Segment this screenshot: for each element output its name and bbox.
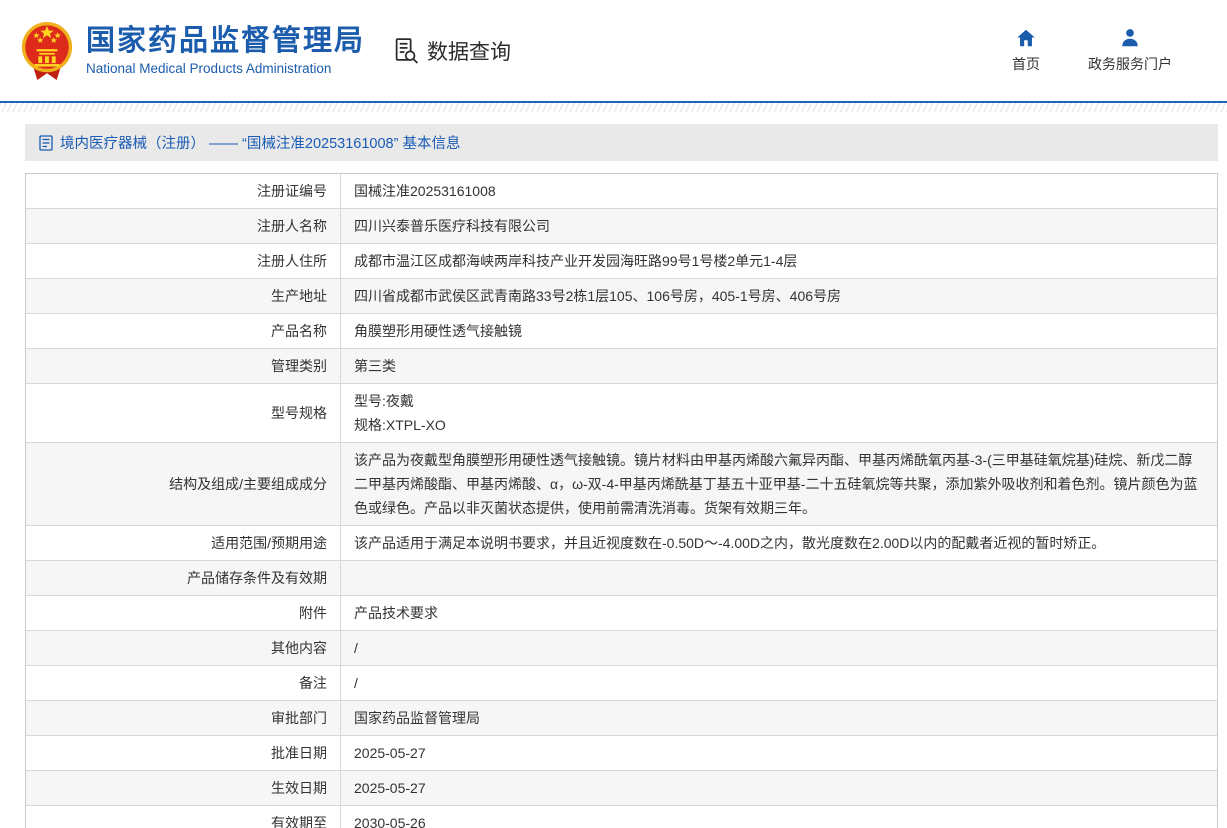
site-title-zh: 国家药品监督管理局 <box>86 25 365 58</box>
row-label: 审批部门 <box>26 701 341 735</box>
row-value: 国家药品监督管理局 <box>341 701 1217 735</box>
row-label: 产品名称 <box>26 314 341 348</box>
row-value: 第三类 <box>341 349 1217 383</box>
row-value: 2025-05-27 <box>341 736 1217 770</box>
row-label: 适用范围/预期用途 <box>26 526 341 560</box>
row-value: 2030-05-26 <box>341 806 1217 828</box>
hatch-decor-band <box>0 103 1227 112</box>
row-value <box>341 561 1217 595</box>
top-nav: 首页 政务服务门户 <box>1012 27 1227 74</box>
row-label: 批准日期 <box>26 736 341 770</box>
row-label: 备注 <box>26 666 341 700</box>
row-label: 生效日期 <box>26 771 341 805</box>
table-row-composition: 结构及组成/主要组成成分 该产品为夜戴型角膜塑形用硬性透气接触镜。镜片材料由甲基… <box>26 443 1217 526</box>
row-label: 结构及组成/主要组成成分 <box>26 443 341 525</box>
data-query-section[interactable]: 数据查询 <box>393 36 511 66</box>
row-value: 角膜塑形用硬性透气接触镜 <box>341 314 1217 348</box>
row-value: 2025-05-27 <box>341 771 1217 805</box>
table-row-storage-conditions: 产品储存条件及有效期 <box>26 561 1217 596</box>
row-value: / <box>341 666 1217 700</box>
row-label: 管理类别 <box>26 349 341 383</box>
table-row-production-address: 生产地址 四川省成都市武侯区武青南路33号2栋1层105、106号房，405-1… <box>26 279 1217 314</box>
brand-text: 国家药品监督管理局 National Medical Products Admi… <box>86 25 365 76</box>
row-value: 成都市温江区成都海峡两岸科技产业开发园海旺路99号1号楼2单元1-4层 <box>341 244 1217 278</box>
row-value: 该产品适用于满足本说明书要求，并且近视度数在-0.50D～-4.00D之内，散光… <box>341 526 1217 560</box>
row-value: 四川省成都市武侯区武青南路33号2栋1层105、106号房，405-1号房、40… <box>341 279 1217 313</box>
table-row-approval-department: 审批部门 国家药品监督管理局 <box>26 701 1217 736</box>
nav-home[interactable]: 首页 <box>1012 27 1040 74</box>
table-row-effective-date: 生效日期 2025-05-27 <box>26 771 1217 806</box>
registration-info-table: 注册证编号 国械注准20253161008 注册人名称 四川兴泰普乐医疗科技有限… <box>25 173 1218 828</box>
national-emblem-icon <box>18 20 76 82</box>
row-label: 产品储存条件及有效期 <box>26 561 341 595</box>
nav-gov-portal[interactable]: 政务服务门户 <box>1088 27 1172 74</box>
document-icon <box>39 135 53 151</box>
row-value: 该产品为夜戴型角膜塑形用硬性透气接触镜。镜片材料由甲基丙烯酸六氟异丙酯、甲基丙烯… <box>341 443 1217 525</box>
row-label: 型号规格 <box>26 384 341 442</box>
row-label: 其他内容 <box>26 631 341 665</box>
nav-home-label: 首页 <box>1012 54 1040 74</box>
breadcrumb-text: 境内医疗器械（注册） —— “国械注准20253161008” 基本信息 <box>60 132 460 153</box>
row-label: 生产地址 <box>26 279 341 313</box>
table-row-registrant-name: 注册人名称 四川兴泰普乐医疗科技有限公司 <box>26 209 1217 244</box>
table-row-registrant-address: 注册人住所 成都市温江区成都海峡两岸科技产业开发园海旺路99号1号楼2单元1-4… <box>26 244 1217 279</box>
data-query-label: 数据查询 <box>427 36 511 66</box>
breadcrumb: 境内医疗器械（注册） —— “国械注准20253161008” 基本信息 <box>25 124 1218 161</box>
table-row-approval-date: 批准日期 2025-05-27 <box>26 736 1217 771</box>
table-row-management-class: 管理类别 第三类 <box>26 349 1217 384</box>
table-row-product-name: 产品名称 角膜塑形用硬性透气接触镜 <box>26 314 1217 349</box>
table-row-attachment: 附件 产品技术要求 <box>26 596 1217 631</box>
row-label: 注册人名称 <box>26 209 341 243</box>
row-value: 产品技术要求 <box>341 596 1217 630</box>
row-value: / <box>341 631 1217 665</box>
brand-logo[interactable]: 国家药品监督管理局 National Medical Products Admi… <box>18 20 365 82</box>
user-icon <box>1119 27 1141 49</box>
site-header: 国家药品监督管理局 National Medical Products Admi… <box>0 0 1227 101</box>
row-value: 国械注准20253161008 <box>341 174 1217 208</box>
site-title-en: National Medical Products Administration <box>86 61 365 76</box>
row-label: 有效期至 <box>26 806 341 828</box>
row-label: 注册人住所 <box>26 244 341 278</box>
table-row-reg-cert-no: 注册证编号 国械注准20253161008 <box>26 174 1217 209</box>
row-label: 附件 <box>26 596 341 630</box>
row-value: 四川兴泰普乐医疗科技有限公司 <box>341 209 1217 243</box>
table-row-model-spec: 型号规格 型号:夜戴 规格:XTPL-XO <box>26 384 1217 443</box>
document-search-icon <box>393 37 420 64</box>
row-label: 注册证编号 <box>26 174 341 208</box>
row-value: 型号:夜戴 规格:XTPL-XO <box>341 384 1217 442</box>
table-row-other-content: 其他内容 / <box>26 631 1217 666</box>
home-icon <box>1015 27 1037 49</box>
table-row-remarks: 备注 / <box>26 666 1217 701</box>
nav-gov-portal-label: 政务服务门户 <box>1088 54 1172 74</box>
table-row-expiry-date: 有效期至 2030-05-26 <box>26 806 1217 828</box>
table-row-intended-use: 适用范围/预期用途 该产品适用于满足本说明书要求，并且近视度数在-0.50D～-… <box>26 526 1217 561</box>
